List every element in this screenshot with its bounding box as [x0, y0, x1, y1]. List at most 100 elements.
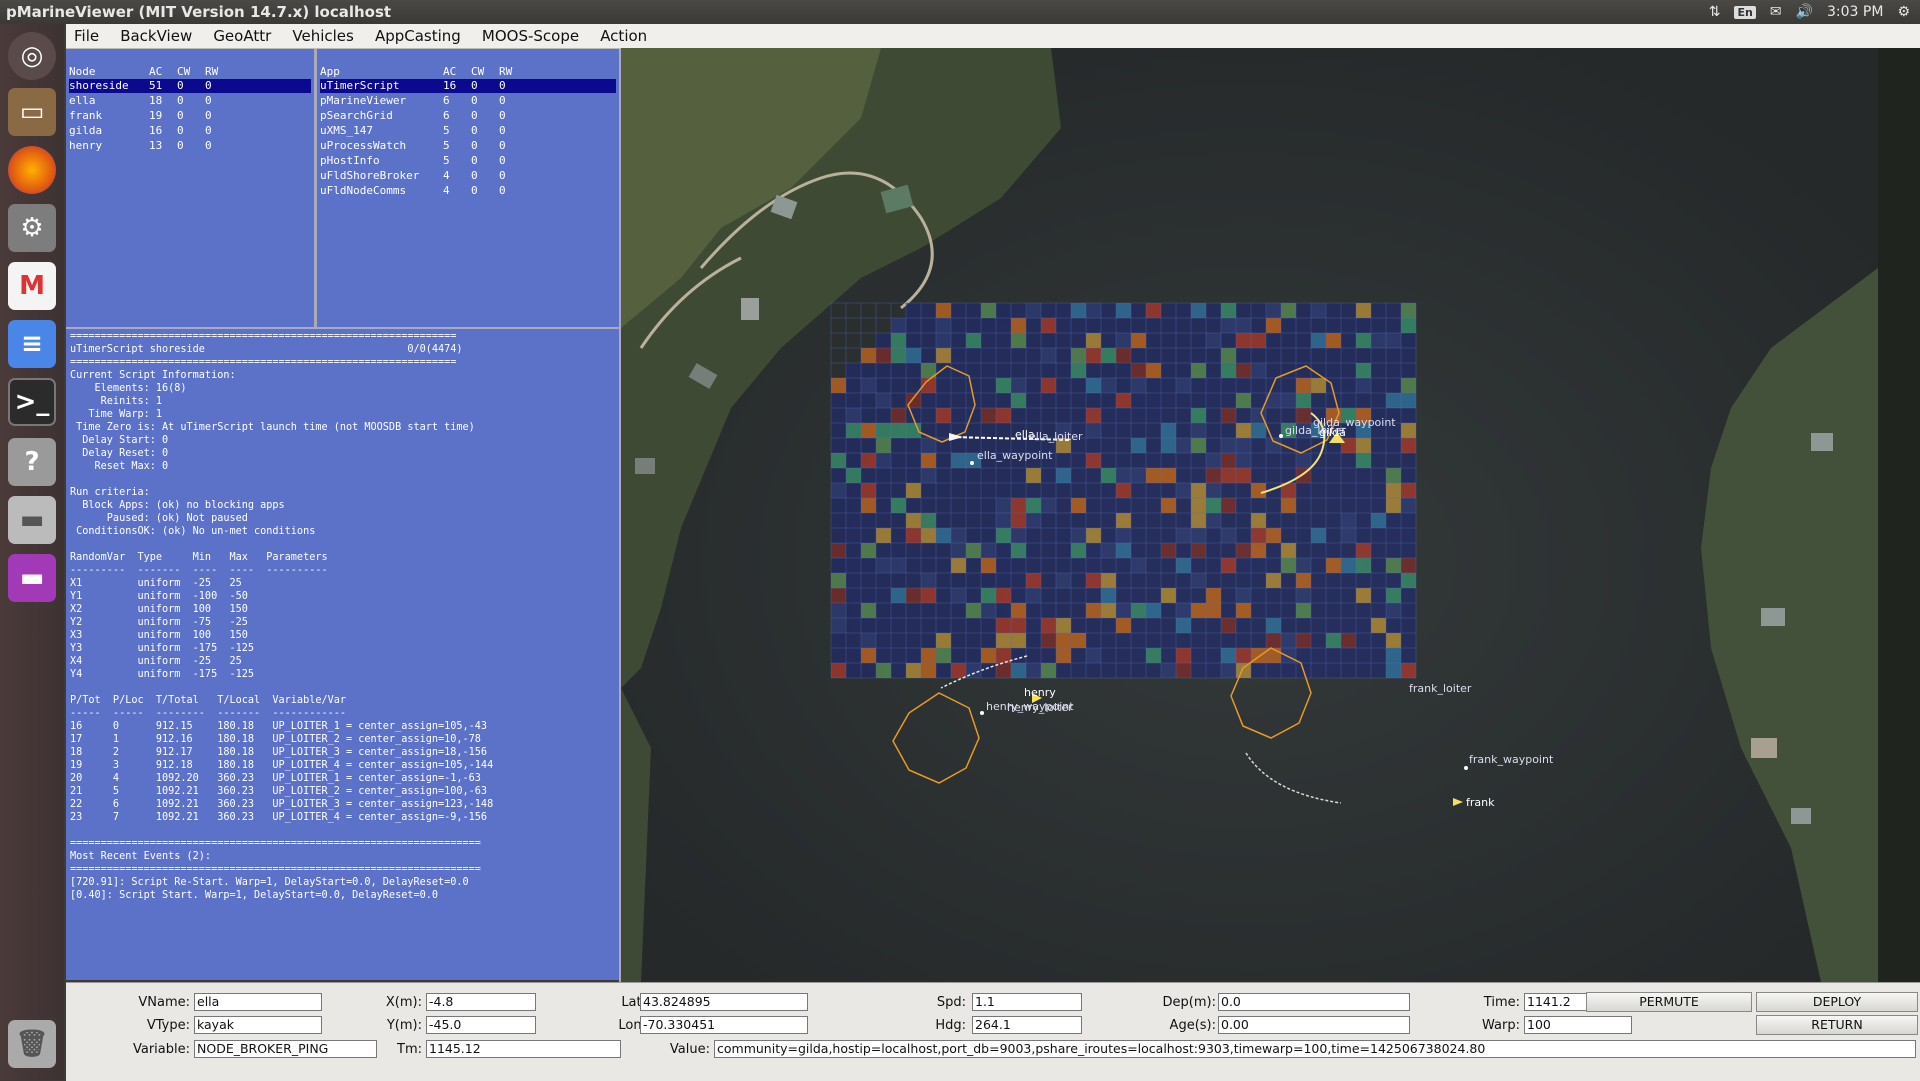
menu-geoattr[interactable]: GeoAttr	[205, 24, 279, 45]
lon-field[interactable]: -70.330451	[640, 1016, 808, 1034]
settings-icon[interactable]: ⚙	[8, 204, 56, 252]
menu-action[interactable]: Action	[592, 24, 655, 45]
app-row[interactable]: uXMS_147 5 0 0	[320, 124, 616, 138]
grid-cell	[861, 588, 876, 603]
grid-cell	[1131, 438, 1146, 453]
appcast-output[interactable]: ========================================…	[66, 329, 619, 980]
grid-cell	[1326, 348, 1341, 363]
clock[interactable]: 3:03 PM	[1827, 4, 1883, 20]
grid-cell	[1401, 663, 1416, 678]
node-row[interactable]: shoreside 51 0 0	[69, 79, 311, 93]
map-canvas[interactable]: ella ella_loiter ella_waypoint gilda gil…	[621, 48, 1878, 982]
menu-file[interactable]: File	[66, 24, 107, 45]
dep-field[interactable]: 0.0	[1218, 993, 1410, 1011]
app-row[interactable]: uTimerScript 16 0 0	[320, 79, 616, 93]
grid-cell	[1266, 303, 1281, 318]
node-row[interactable]: ella 18 0 0	[69, 94, 311, 108]
grid-cell	[981, 498, 996, 513]
grid-cell	[1341, 393, 1356, 408]
grid-cell	[1056, 663, 1071, 678]
menu-backview[interactable]: BackView	[112, 24, 200, 45]
keyboard-language[interactable]: En	[1734, 5, 1756, 19]
return-button[interactable]: RETURN	[1756, 1015, 1918, 1035]
app-row[interactable]: pSearchGrid 6 0 0	[320, 109, 616, 123]
grid-cell	[921, 573, 936, 588]
variable-field[interactable]: NODE_BROKER_PING	[194, 1040, 377, 1058]
menu-appcasting[interactable]: AppCasting	[367, 24, 469, 45]
grid-cell	[1356, 528, 1371, 543]
grid-cell	[876, 348, 891, 363]
grid-cell	[831, 408, 846, 423]
node-row[interactable]: frank 19 0 0	[69, 109, 311, 123]
help-icon[interactable]: ?	[8, 438, 56, 486]
gmail-icon[interactable]: M	[8, 262, 56, 310]
grid-cell	[936, 648, 951, 663]
disk-icon[interactable]: ▬	[8, 496, 56, 544]
firefox-icon[interactable]	[8, 146, 56, 194]
grid-cell	[1281, 528, 1296, 543]
grid-cell	[936, 663, 951, 678]
grid-cell	[1026, 498, 1041, 513]
grid-cell	[1221, 333, 1236, 348]
app-row[interactable]: pHostInfo 5 0 0	[320, 154, 616, 168]
app-row[interactable]: uFldNodeComms 4 0 0	[320, 184, 616, 198]
vname-field[interactable]: ella	[194, 993, 322, 1011]
grid-cell	[1161, 348, 1176, 363]
grid-cell	[876, 588, 891, 603]
grid-cell	[1101, 303, 1116, 318]
trash-icon[interactable]: 🗑	[8, 1020, 56, 1068]
grid-cell	[1056, 363, 1071, 378]
vtype-field[interactable]: kayak	[194, 1016, 322, 1034]
app-row[interactable]: uProcessWatch 5 0 0	[320, 139, 616, 153]
node-list[interactable]: NodeACCWRW --------------- shoreside5100…	[66, 49, 314, 327]
grid-cell	[1296, 363, 1311, 378]
app-icon[interactable]: ▬	[8, 554, 56, 602]
warp-field[interactable]: 100	[1524, 1016, 1632, 1034]
script-line	[70, 538, 619, 551]
grid-cell	[951, 543, 966, 558]
grid-cell	[1341, 663, 1356, 678]
grid-cell	[1341, 543, 1356, 558]
grid-cell	[1086, 543, 1101, 558]
grid-cell	[831, 663, 846, 678]
grid-cell	[921, 558, 936, 573]
files-icon[interactable]: ▭	[8, 88, 56, 136]
grid-cell	[1101, 513, 1116, 528]
y-field[interactable]: -45.0	[426, 1016, 536, 1034]
age-field[interactable]: 0.00	[1218, 1016, 1410, 1034]
docs-icon[interactable]: ≡	[8, 320, 56, 368]
spd-field[interactable]: 1.1	[972, 993, 1082, 1011]
dash-icon[interactable]: ◎	[8, 32, 56, 80]
volume-icon[interactable]: 🔊	[1796, 4, 1813, 20]
grid-cell	[1401, 468, 1416, 483]
grid-cell	[1371, 378, 1386, 393]
x-field[interactable]: -4.8	[426, 993, 536, 1011]
grid-cell	[1206, 318, 1221, 333]
value-field[interactable]: community=gilda,hostip=localhost,port_db…	[714, 1040, 1916, 1058]
app-row[interactable]: pMarineViewer 6 0 0	[320, 94, 616, 108]
grid-cell	[891, 333, 906, 348]
map-view[interactable]: ella ella_loiter ella_waypoint gilda gil…	[621, 48, 1878, 982]
app-row[interactable]: uFldShoreBroker 4 0 0	[320, 169, 616, 183]
grid-cell	[1341, 648, 1356, 663]
script-line: Block Apps: (ok) no blocking apps	[70, 500, 285, 511]
network-icon[interactable]: ⇅	[1709, 4, 1721, 20]
mail-icon[interactable]: ✉	[1770, 4, 1782, 20]
grid-cell	[966, 468, 981, 483]
gear-icon[interactable]: ⚙	[1897, 4, 1910, 20]
grid-cell	[1341, 528, 1356, 543]
node-row[interactable]: henry 13 0 0	[69, 139, 311, 153]
grid-cell	[1086, 453, 1101, 468]
permute-button[interactable]: PERMUTE	[1586, 992, 1752, 1012]
terminal-icon[interactable]: >_	[8, 378, 56, 426]
grid-cell	[1236, 363, 1251, 378]
tm-field[interactable]: 1145.12	[426, 1040, 621, 1058]
deploy-button[interactable]: DEPLOY	[1756, 992, 1918, 1012]
hdg-field[interactable]: 264.1	[972, 1016, 1082, 1034]
node-row[interactable]: gilda 16 0 0	[69, 124, 311, 138]
grid-cell	[996, 558, 1011, 573]
lat-field[interactable]: 43.824895	[640, 993, 808, 1011]
menu-moos-scope[interactable]: MOOS-Scope	[474, 24, 587, 45]
app-list[interactable]: AppACCWRW ---------------------- uTimerS…	[317, 49, 619, 327]
menu-vehicles[interactable]: Vehicles	[284, 24, 361, 45]
